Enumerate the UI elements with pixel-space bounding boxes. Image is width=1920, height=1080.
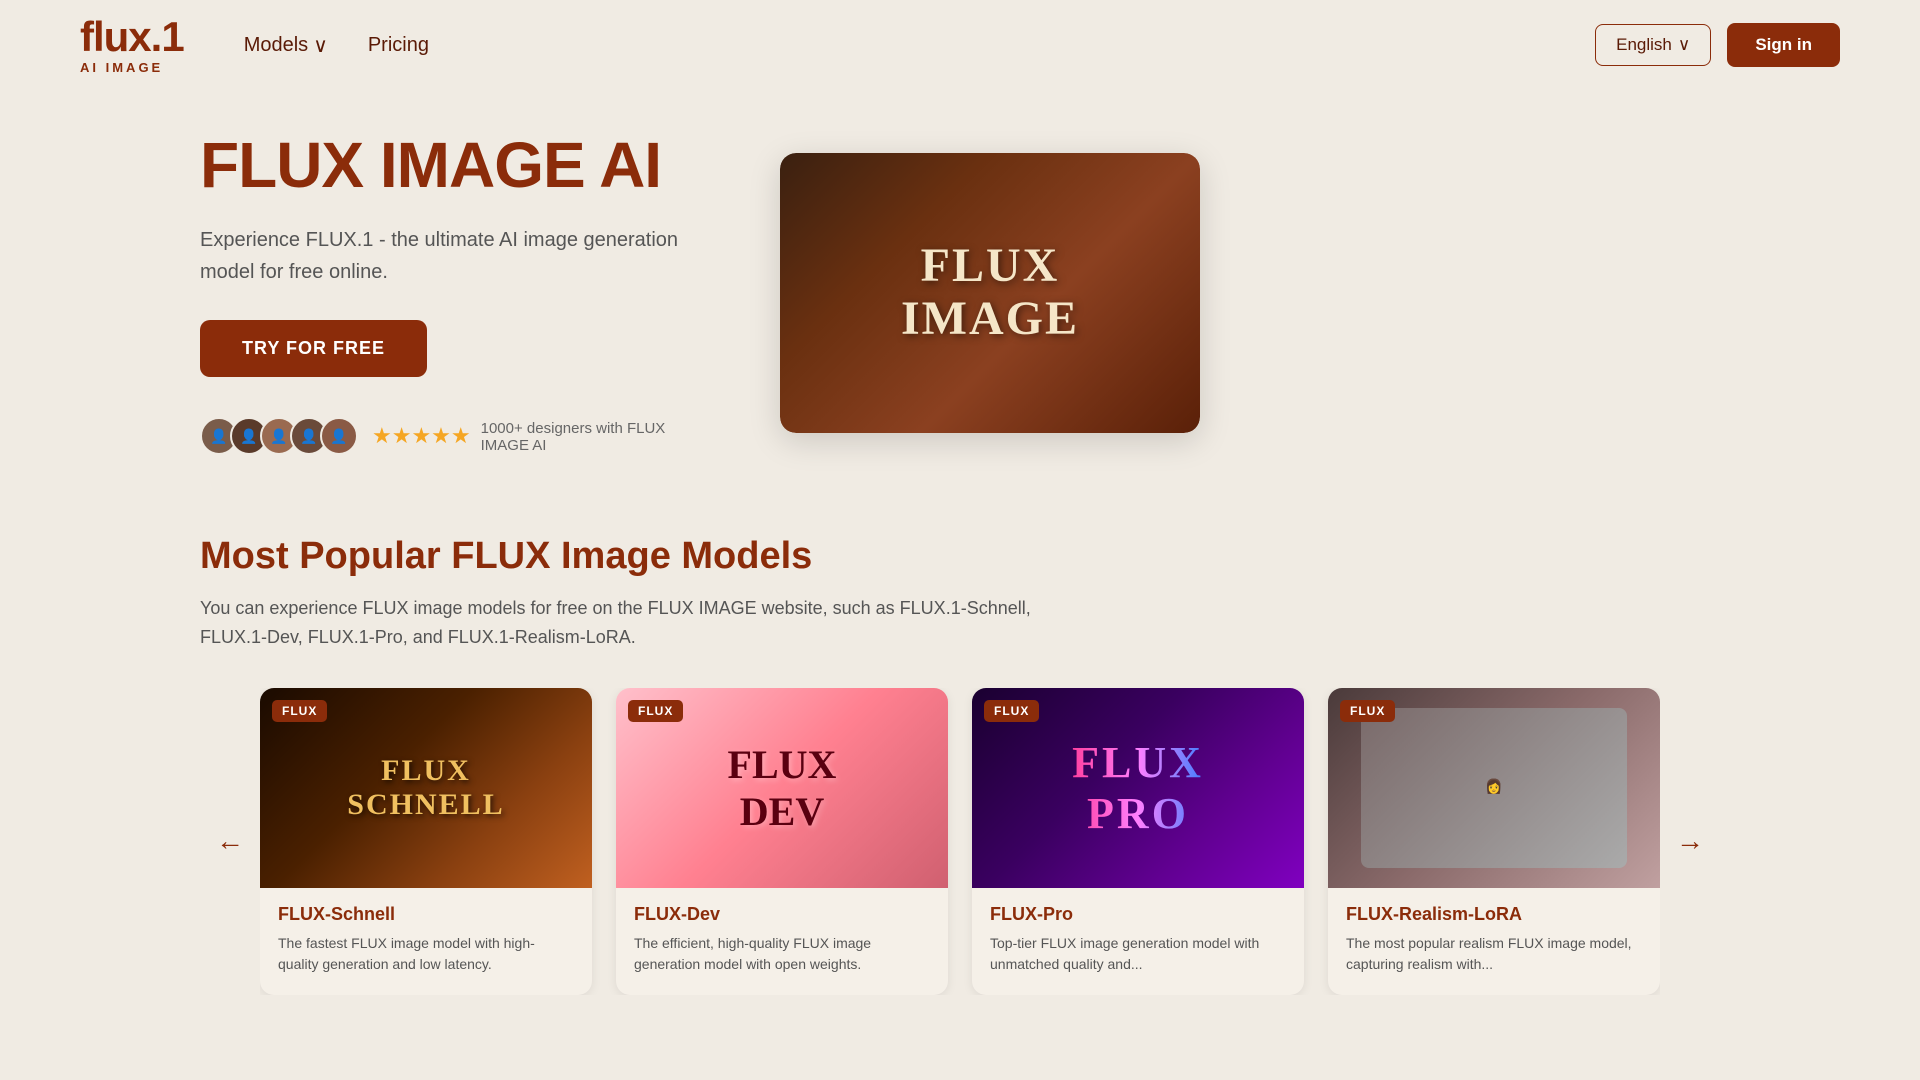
avatar-group: 👤 👤 👤 👤 👤 (200, 417, 358, 455)
navbar: flux.1 AI IMAGE Models ∨ Pricing English… (0, 0, 1920, 90)
hero-title: FLUX IMAGE AI (200, 130, 700, 200)
realism-img-text: 👩 (1485, 779, 1502, 796)
models-section-title: Most Popular FLUX Image Models (200, 535, 1720, 578)
dev-card-name: FLUX-Dev (634, 904, 930, 925)
card-image-dev: FLUXDEV FLUX (616, 688, 948, 888)
nav-links: Models ∨ Pricing (244, 33, 429, 58)
model-card-realism[interactable]: 👩 FLUX FLUX-Realism-LoRA The most popula… (1328, 688, 1660, 995)
navbar-left: flux.1 AI IMAGE Models ∨ Pricing (80, 16, 429, 75)
model-card-dev[interactable]: FLUXDEV FLUX FLUX-Dev The efficient, hig… (616, 688, 948, 995)
hero-description: Experience FLUX.1 - the ultimate AI imag… (200, 224, 700, 288)
dev-card-body: FLUX-Dev The efficient, high-quality FLU… (616, 888, 948, 995)
try-for-free-button[interactable]: TRY FOR FREE (200, 320, 427, 377)
hero-image: FLUXIMAGE (780, 153, 1200, 433)
logo-name: flux.1 (80, 13, 184, 60)
pro-badge: FLUX (984, 700, 1039, 722)
models-section: Most Popular FLUX Image Models You can e… (0, 495, 1920, 1015)
card-image-pro: FLUXPRO FLUX (972, 688, 1304, 888)
hero-section: FLUX IMAGE AI Experience FLUX.1 - the ul… (0, 90, 1920, 495)
models-section-desc: You can experience FLUX image models for… (200, 594, 1100, 652)
pro-card-desc: Top-tier FLUX image generation model wit… (990, 933, 1286, 975)
hero-image-text: FLUXIMAGE (901, 240, 1079, 346)
nav-models-label: Models (244, 34, 308, 57)
schnell-img-text: FLUXSCHNELL (347, 754, 504, 822)
signin-label: Sign in (1755, 35, 1812, 54)
avatar: 👤 (320, 417, 358, 455)
lang-label: English (1616, 35, 1672, 55)
realism-card-body: FLUX-Realism-LoRA The most popular reali… (1328, 888, 1660, 995)
realism-card-desc: The most popular realism FLUX image mode… (1346, 933, 1642, 975)
nav-pricing-label: Pricing (368, 34, 429, 57)
nav-models[interactable]: Models ∨ (244, 33, 328, 58)
cta-label: TRY FOR FREE (242, 338, 385, 358)
model-cards-row: FLUXSCHNELL FLUX FLUX-Schnell The fastes… (260, 688, 1660, 995)
prev-icon: ← (216, 825, 244, 856)
rating-row: ★★★★★ 1000+ designers with FLUX IMAGE AI (372, 418, 700, 454)
dev-badge: FLUX (628, 700, 683, 722)
realism-inner: 👩 (1361, 708, 1627, 868)
nav-pricing[interactable]: Pricing (368, 34, 429, 57)
chevron-icon: ∨ (1678, 35, 1690, 55)
language-selector[interactable]: English ∨ (1595, 24, 1711, 66)
realism-card-name: FLUX-Realism-LoRA (1346, 904, 1642, 925)
navbar-right: English ∨ Sign in (1595, 23, 1840, 67)
pro-card-name: FLUX-Pro (990, 904, 1286, 925)
carousel: ← FLUXSCHNELL FLUX FLUX-Schnell The fast… (200, 688, 1720, 995)
dev-card-desc: The efficient, high-quality FLUX image g… (634, 933, 930, 975)
chevron-down-icon: ∨ (313, 33, 328, 58)
schnell-badge: FLUX (272, 700, 327, 722)
schnell-card-name: FLUX-Schnell (278, 904, 574, 925)
schnell-card-desc: The fastest FLUX image model with high-q… (278, 933, 574, 975)
realism-badge: FLUX (1340, 700, 1395, 722)
sign-in-button[interactable]: Sign in (1727, 23, 1840, 67)
card-image-realism: 👩 FLUX (1328, 688, 1660, 888)
carousel-next-button[interactable]: → (1660, 815, 1720, 867)
social-proof-text: 1000+ designers with FLUX IMAGE AI (481, 420, 700, 454)
logo-sub: AI IMAGE (80, 60, 163, 75)
pro-img-text: FLUXPRO (1072, 737, 1204, 839)
logo-text: flux.1 (80, 16, 184, 58)
pro-card-body: FLUX-Pro Top-tier FLUX image generation … (972, 888, 1304, 995)
dev-img-text: FLUXDEV (728, 741, 837, 835)
schnell-card-body: FLUX-Schnell The fastest FLUX image mode… (260, 888, 592, 995)
model-card-pro[interactable]: FLUXPRO FLUX FLUX-Pro Top-tier FLUX imag… (972, 688, 1304, 995)
model-card-schnell[interactable]: FLUXSCHNELL FLUX FLUX-Schnell The fastes… (260, 688, 592, 995)
carousel-prev-button[interactable]: ← (200, 815, 260, 867)
hero-image-visual: FLUXIMAGE (780, 153, 1200, 433)
hero-content: FLUX IMAGE AI Experience FLUX.1 - the ul… (200, 130, 700, 455)
social-proof: 👤 👤 👤 👤 👤 ★★★★★ 1000+ designers with FLU… (200, 417, 700, 455)
logo[interactable]: flux.1 AI IMAGE (80, 16, 184, 75)
next-icon: → (1676, 825, 1704, 856)
star-rating: ★★★★★ (372, 423, 471, 449)
card-image-schnell: FLUXSCHNELL FLUX (260, 688, 592, 888)
